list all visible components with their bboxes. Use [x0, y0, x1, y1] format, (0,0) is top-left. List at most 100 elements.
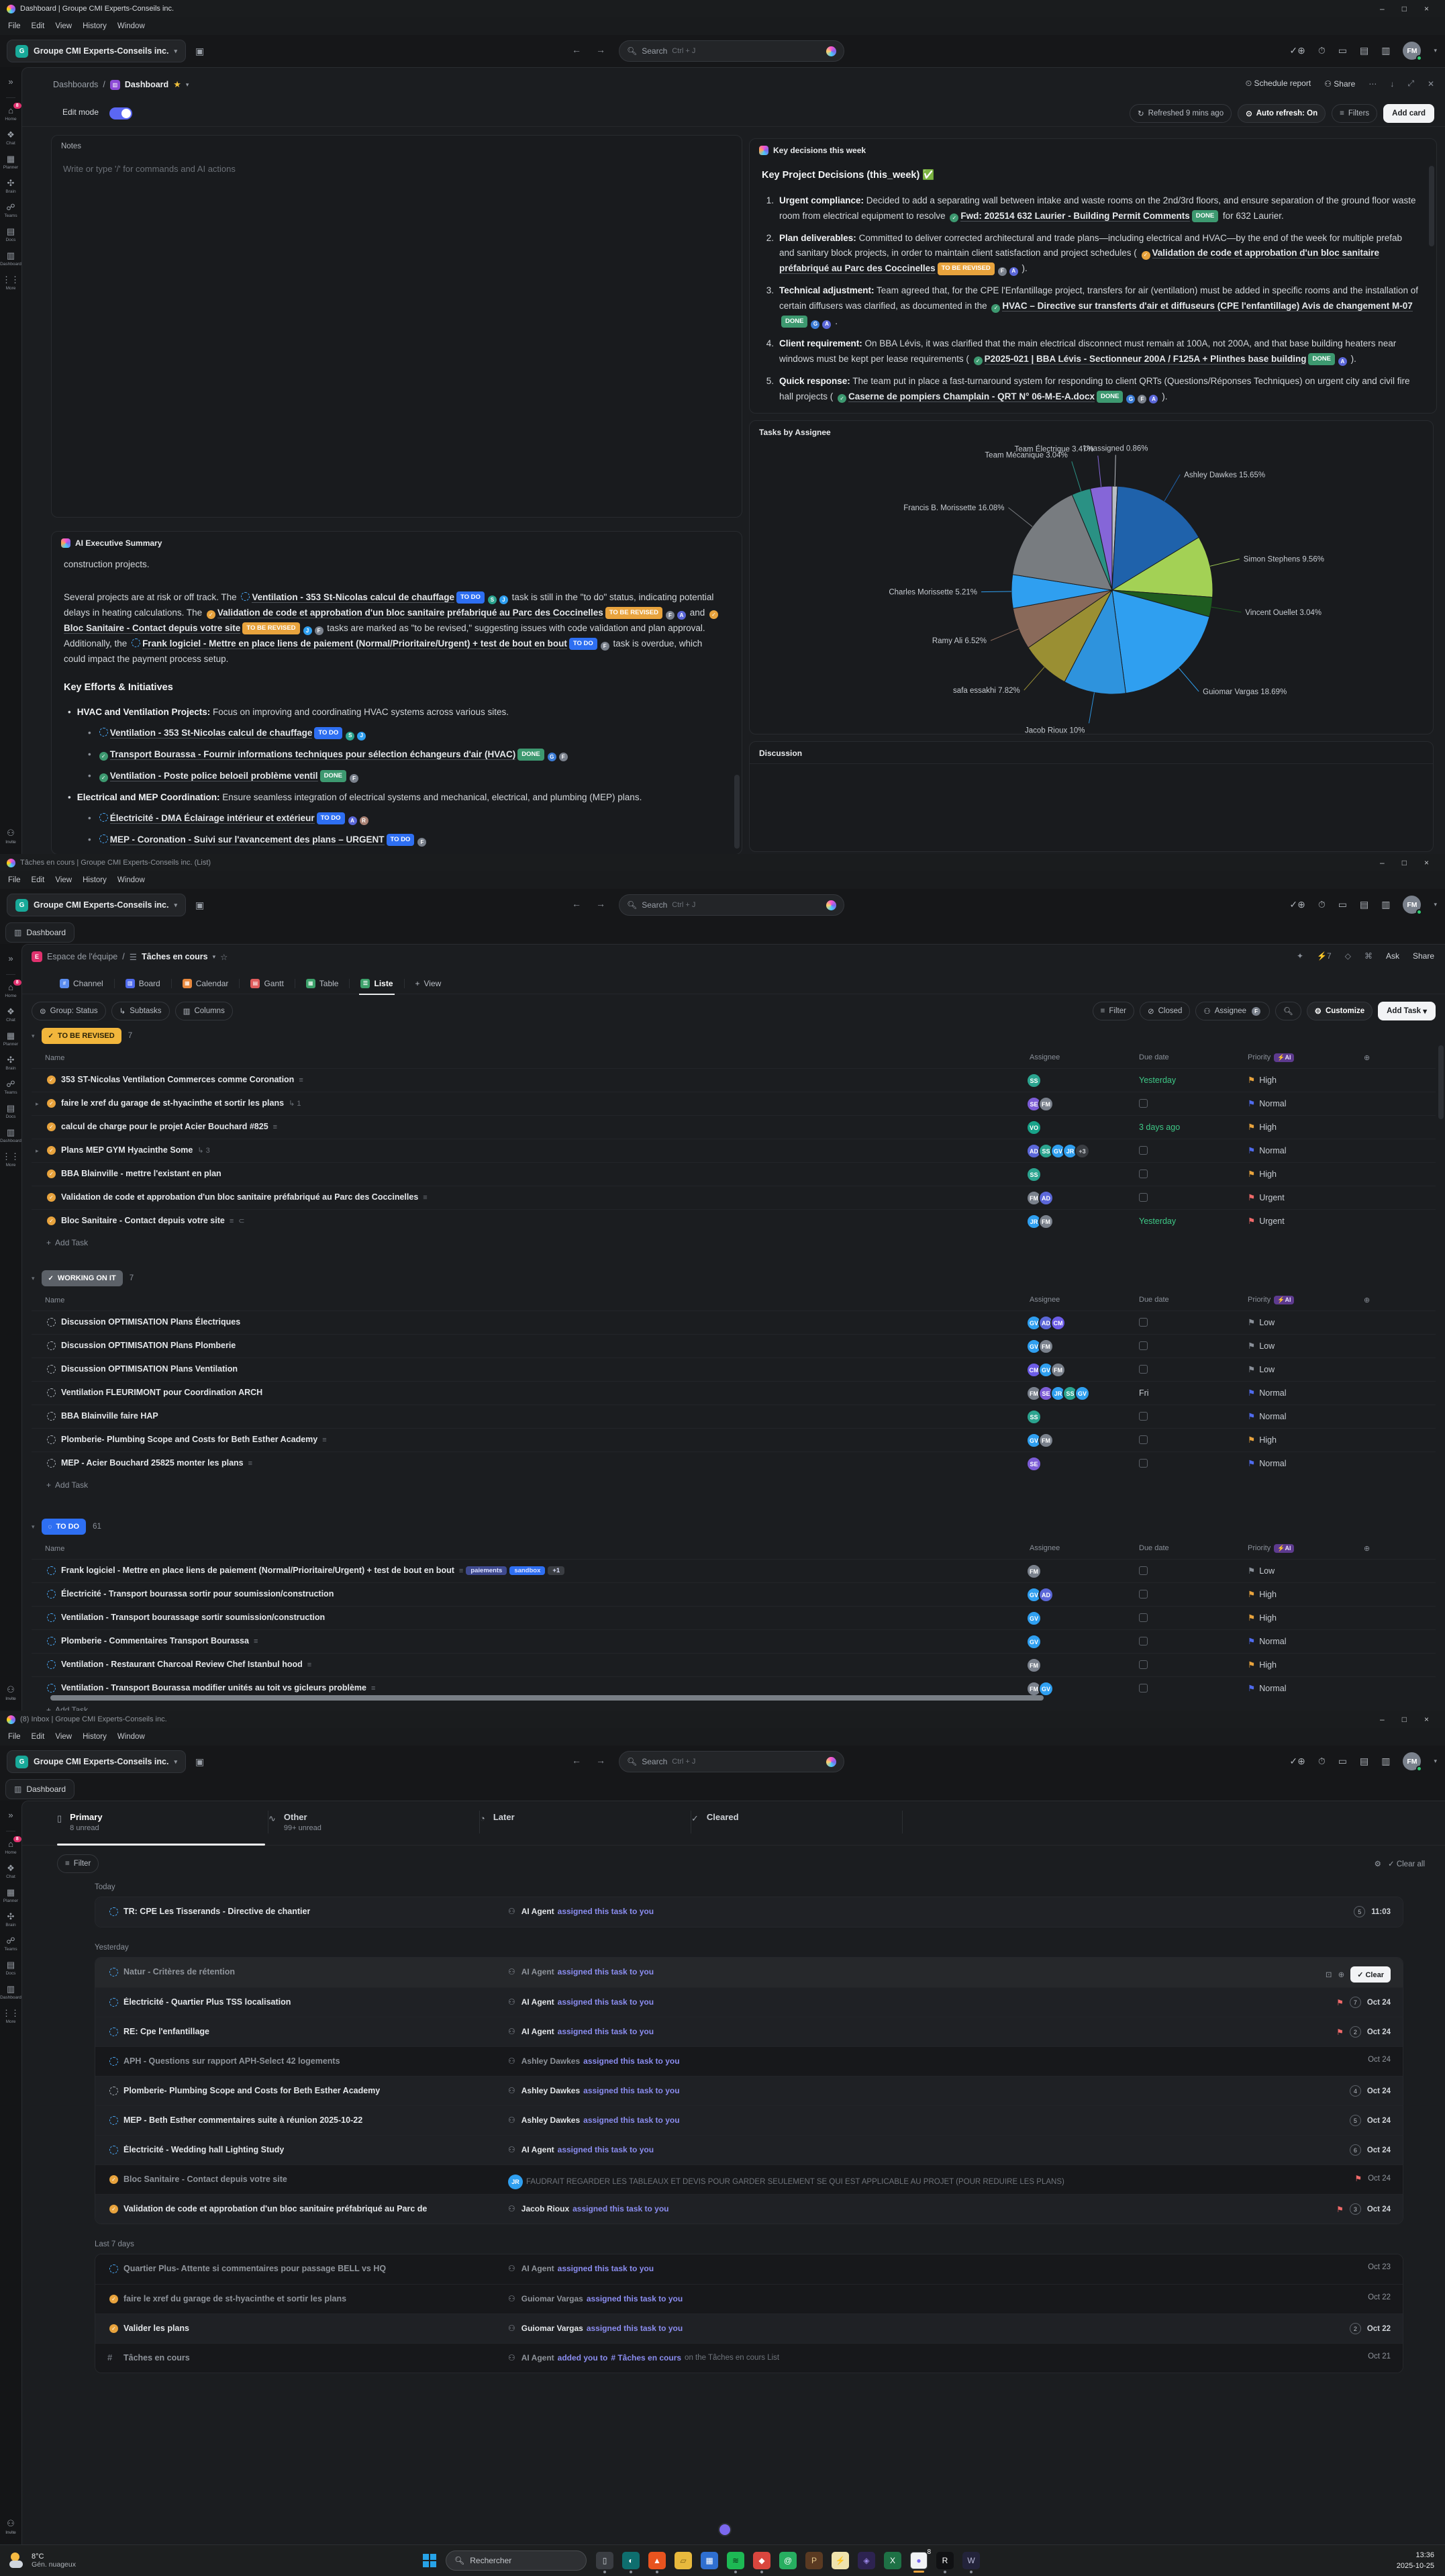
actor-name[interactable]: AI Agent — [521, 2145, 554, 2154]
actor-name[interactable]: AI Agent — [521, 1997, 554, 2007]
notification-row[interactable]: TR: CPE Les Tisserands - Directive de ch… — [95, 1897, 1403, 1927]
avatar-GV[interactable]: GV — [1075, 1386, 1090, 1401]
assignee-avatars[interactable]: GVFM — [1030, 1433, 1054, 1448]
sidebar-item-planner[interactable]: ▦Planner — [3, 1888, 18, 1903]
taskbar-icon-phone[interactable]: ▯ — [596, 2552, 613, 2569]
priority[interactable]: ⚑High — [1248, 1169, 1277, 1179]
bullet-subtask[interactable]: Électricité - DMA Éclairage intérieur et… — [88, 811, 724, 826]
space-name[interactable]: Espace de l'équipe — [47, 952, 117, 961]
user-avatar[interactable]: FM — [1403, 1752, 1421, 1770]
ask-button[interactable]: Ask — [1386, 951, 1399, 961]
task-status-icon[interactable] — [47, 1365, 56, 1374]
clipboard-icon[interactable]: ▣ — [195, 900, 204, 911]
clear-all-button[interactable]: ✓ Clear all — [1388, 1859, 1425, 1868]
menu-history[interactable]: History — [83, 22, 107, 30]
add-column-icon[interactable]: ⊕ — [1364, 1053, 1370, 1062]
status-pill[interactable]: TO DO — [317, 812, 345, 824]
due-date[interactable]: Yesterday — [1139, 1217, 1176, 1226]
record-icon[interactable]: ▭ — [1338, 45, 1347, 56]
collapse-chevron-icon[interactable]: ▾ — [32, 1033, 35, 1040]
closed-button[interactable]: ⊘ Closed — [1140, 1002, 1190, 1020]
task-link[interactable]: Validation de code et approbation d'un b… — [217, 608, 603, 618]
keyboard-icon[interactable]: ⌘ — [1364, 951, 1373, 961]
add-task-row[interactable]: +Add Task — [32, 1700, 1436, 1711]
due-date[interactable] — [1139, 1170, 1148, 1180]
search-input[interactable]: 🔍︎ Search Ctrl + J — [619, 1751, 844, 1772]
menu-history[interactable]: History — [83, 1733, 107, 1741]
priority[interactable]: ⚑Low — [1248, 1566, 1275, 1576]
task-name[interactable]: BBA Blainville faire HAP — [61, 1411, 158, 1421]
group-status-pill[interactable]: ✓TO BE REVISED — [42, 1028, 121, 1044]
scrollbar[interactable] — [734, 775, 740, 849]
task-status-icon[interactable] — [47, 1341, 56, 1350]
taskbar-icon-excel[interactable]: X — [884, 2552, 901, 2569]
share-button[interactable]: Share — [1413, 951, 1434, 961]
forward-button[interactable]: → — [596, 1755, 605, 1766]
clipboard-icon[interactable]: ▣ — [195, 46, 204, 57]
task-name[interactable]: Discussion OPTIMISATION Plans Ventilatio… — [61, 1364, 238, 1374]
weather-widget[interactable]: 8°CGén. nuageux — [9, 2553, 76, 2569]
close-page-icon[interactable]: ✕ — [1428, 79, 1434, 89]
notification-bubble[interactable] — [718, 2523, 732, 2536]
avatar-CM[interactable]: CM — [1050, 1315, 1066, 1331]
taskbar-icon-r-app[interactable]: R — [936, 2552, 954, 2569]
sidebar-item-planner[interactable]: ▦Planner — [3, 1031, 18, 1047]
priority[interactable]: ⚑High — [1248, 1660, 1277, 1670]
status-pill[interactable]: DONE — [1097, 391, 1123, 403]
taskbar-icon-raindrop[interactable]: ◆ — [753, 2552, 770, 2569]
due-date[interactable] — [1139, 1341, 1148, 1352]
menu-window[interactable]: Window — [117, 22, 145, 30]
avatar-GV[interactable]: GV — [1038, 1681, 1054, 1697]
view-tab-liste[interactable]: ☰Liste — [354, 973, 399, 994]
due-date[interactable] — [1139, 1459, 1148, 1470]
doc-icon[interactable]: ▤ — [1360, 899, 1368, 910]
back-button[interactable]: ← — [572, 1755, 581, 1766]
dashboard-tab[interactable]: ▥Dashboard — [5, 922, 74, 943]
add-view-button[interactable]: +View — [409, 973, 448, 994]
chevron-down-icon[interactable]: ▾ — [1434, 901, 1437, 908]
group-status-pill[interactable]: ◌TO DO — [42, 1519, 87, 1535]
sidebar-item-home[interactable]: ⌂8Home — [5, 106, 16, 122]
notification-row[interactable]: ✓Valider les plans⚇Guiomar Vargasassigne… — [95, 2313, 1403, 2343]
titlebar[interactable]: Tâches en cours | Groupe CMI Experts-Con… — [0, 854, 1445, 871]
column-due-date[interactable]: Due date — [1139, 1296, 1169, 1304]
channel-link[interactable]: # Tâches en cours — [611, 2353, 681, 2363]
task-name[interactable]: Ventilation FLEURIMONT pour Coordination… — [61, 1388, 262, 1397]
tag-sandbox[interactable]: sandbox — [509, 1566, 545, 1575]
notification-row[interactable]: Quartier Plus- Attente si commentaires p… — [95, 2254, 1403, 2284]
favorite-star-icon[interactable]: ★ — [173, 79, 181, 90]
priority[interactable]: ⚑Urgent — [1248, 1192, 1285, 1202]
schedule-report-button[interactable]: ⏲ Schedule report — [1246, 79, 1311, 89]
actor-name[interactable]: AI Agent — [521, 2027, 554, 2036]
task-status-icon[interactable] — [47, 1613, 56, 1622]
view-tab-calendar[interactable]: ▦Calendar — [176, 973, 236, 994]
timer-icon[interactable]: ⏱ — [1318, 1756, 1326, 1767]
taskbar-icon-calculator[interactable]: ▦ — [701, 2552, 718, 2569]
notification-title[interactable]: Électricité - Wedding hall Lighting Stud… — [123, 2145, 284, 2154]
avatar-overflow[interactable]: +3 — [1075, 1143, 1090, 1159]
customize-button[interactable]: ⚙ Customize — [1307, 1002, 1373, 1020]
column-priority[interactable]: Priority⚡AI — [1248, 1053, 1294, 1062]
assignee-avatars[interactable]: FMGV — [1030, 1681, 1054, 1697]
task-row[interactable]: Frank logiciel - Mettre en place liens d… — [32, 1559, 1436, 1582]
column-assignee[interactable]: Assignee — [1030, 1053, 1060, 1061]
task-link[interactable]: Ventilation - Poste police beloeil probl… — [110, 771, 318, 781]
avatar-SS[interactable]: SS — [1026, 1167, 1042, 1182]
notification-title[interactable]: Bloc Sanitaire - Contact depuis votre si… — [123, 2175, 287, 2184]
assignee-avatars[interactable]: GVFM — [1030, 1339, 1054, 1354]
avatar-GV[interactable]: GV — [1026, 1634, 1042, 1650]
avatar-FM[interactable]: FM — [1026, 1564, 1042, 1579]
priority[interactable]: ⚑Urgent — [1248, 1216, 1285, 1226]
task-row[interactable]: Plomberie - Commentaires Transport Boura… — [32, 1629, 1436, 1653]
status-pill[interactable]: DONE — [1192, 210, 1218, 222]
task-row[interactable]: ▸✓Plans MEP GYM Hyacinthe Some↳ 3ADSSGVJ… — [32, 1139, 1436, 1162]
breadcrumb-dashboards[interactable]: Dashboards — [53, 80, 98, 89]
notification-row[interactable]: APH - Questions sur rapport APH-Select 4… — [95, 2046, 1403, 2076]
avatar-SS[interactable]: SS — [1026, 1409, 1042, 1425]
task-row[interactable]: ✓353 ST-Nicolas Ventilation Commerces co… — [32, 1068, 1436, 1092]
actor-name[interactable]: AI Agent — [521, 2264, 554, 2273]
column-due-date[interactable]: Due date — [1139, 1544, 1169, 1552]
share-button[interactable]: ⚇ Share — [1324, 79, 1355, 89]
avatar-FM[interactable]: FM — [1038, 1096, 1054, 1112]
task-check-icon[interactable]: ✓⊕ — [1289, 899, 1305, 910]
